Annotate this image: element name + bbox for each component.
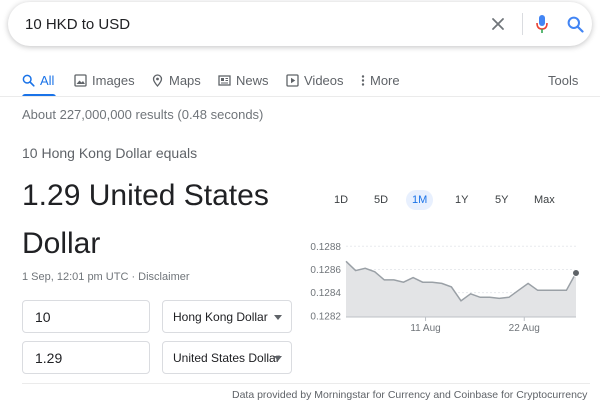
attribution-divider [22, 383, 590, 384]
y-tick-label: 0.1284 [310, 288, 341, 299]
tab-label: Images [92, 72, 135, 88]
tab-more[interactable]: More [360, 69, 400, 91]
tab-maps[interactable]: Maps [151, 69, 201, 91]
disclaimer-link[interactable]: Disclaimer [138, 271, 189, 283]
from-currency-label: Hong Kong Dollar [173, 309, 268, 324]
from-currency-select[interactable]: Hong Kong Dollar [162, 300, 292, 333]
search-divider [522, 13, 523, 35]
tab-label: All [40, 72, 55, 88]
to-currency-label: United States Dollar [173, 350, 280, 365]
to-currency-select[interactable]: United States Dollar [162, 341, 292, 374]
timestamp-text: 1 Sep, 12:01 pm UTC [22, 271, 129, 283]
tab-label: Maps [169, 72, 201, 88]
y-tick-label: 0.1286 [310, 265, 341, 276]
range-max-button[interactable]: Max [528, 190, 561, 210]
search-tabs: All Images Maps News Videos More Tools [0, 66, 600, 97]
conversion-timestamp: 1 Sep, 12:01 pm UTC · Disclaimer [22, 271, 190, 283]
rate-area [346, 261, 576, 317]
chevron-down-icon [274, 356, 282, 361]
tabs-divider [0, 96, 600, 97]
tab-label: News [236, 72, 269, 88]
search-icon[interactable] [567, 16, 584, 33]
range-5d-button[interactable]: 5D [368, 190, 394, 210]
range-5y-button[interactable]: 5Y [489, 190, 514, 210]
y-tick-label: 0.1282 [310, 311, 341, 322]
tab-all[interactable]: All [22, 69, 54, 91]
data-attribution: Data provided by Morningstar for Currenc… [232, 389, 588, 401]
range-1y-button[interactable]: 1Y [449, 190, 474, 210]
search-input[interactable]: 10 HKD to USD [25, 16, 130, 33]
exchange-rate-chart[interactable]: 0.1282 0.1284 0.1286 0.1288 11 Aug 22 Aug [300, 225, 590, 335]
search-bar[interactable]: 10 HKD to USD [8, 2, 592, 46]
mic-icon[interactable] [535, 14, 549, 34]
more-vert-icon [361, 74, 365, 86]
map-pin-icon [152, 73, 163, 87]
latest-rate-point [572, 268, 580, 277]
newspaper-icon [218, 74, 231, 86]
tools-label: Tools [548, 72, 579, 88]
search-icon [22, 74, 35, 87]
tab-videos[interactable]: Videos [286, 69, 344, 91]
conversion-result: 1.29 United States Dollar [22, 179, 269, 260]
tab-images[interactable]: Images [74, 69, 135, 91]
result-stats: About 227,000,000 results (0.48 seconds) [22, 107, 264, 122]
range-1d-button[interactable]: 1D [328, 190, 354, 210]
play-icon [286, 73, 299, 87]
chevron-down-icon [274, 315, 282, 320]
tab-label: Videos [304, 72, 344, 88]
image-icon [74, 73, 87, 87]
close-icon[interactable] [490, 16, 506, 32]
from-amount-input[interactable] [22, 300, 150, 333]
tab-label: More [370, 72, 400, 88]
y-tick-label: 0.1288 [310, 242, 341, 253]
tab-news[interactable]: News [218, 69, 269, 91]
x-tick-label: 22 Aug [509, 323, 540, 334]
to-amount-input[interactable] [22, 341, 150, 374]
x-tick-label: 11 Aug [410, 323, 440, 334]
timestamp-separator: · [128, 271, 139, 283]
conversion-source-label: 10 Hong Kong Dollar equals [22, 145, 198, 161]
tools-button[interactable]: Tools [548, 69, 578, 91]
range-1m-button[interactable]: 1M [406, 190, 434, 210]
